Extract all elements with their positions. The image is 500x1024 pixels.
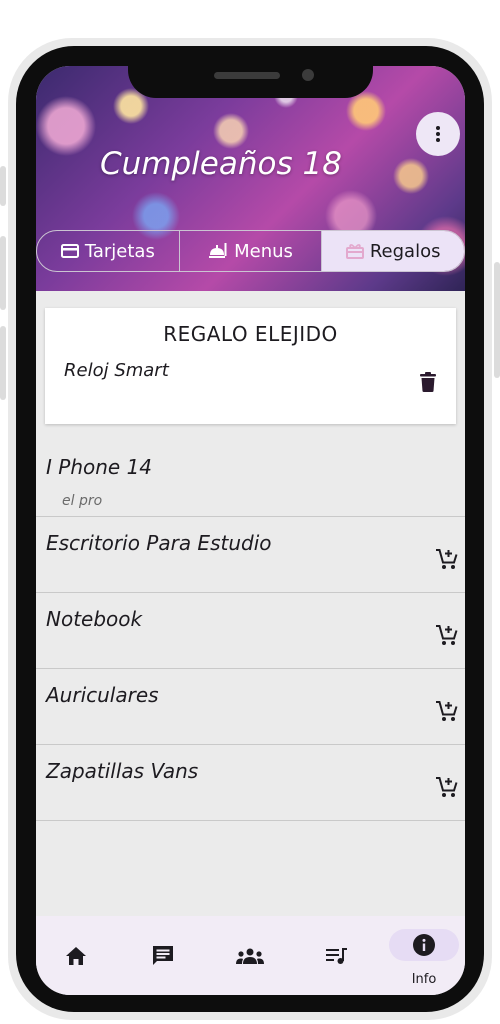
card-icon [60, 244, 79, 258]
phone-side-button [494, 262, 500, 378]
chosen-gift-item: Reloj Smart [64, 360, 169, 381]
event-title: Cumpleaños 18 [100, 146, 342, 182]
food-icon [209, 243, 227, 258]
list-item[interactable]: Zapatillas Vans [36, 745, 465, 821]
event-header: Cumpleaños 18 Tarjetas Menus Regalos [36, 66, 465, 291]
phone-side-button [0, 326, 6, 400]
playlist-icon [326, 948, 347, 964]
info-icon [413, 934, 435, 956]
list-item[interactable]: I Phone 14 el pro [36, 441, 465, 517]
list-item[interactable]: Auriculares [36, 669, 465, 745]
gift-title: Notebook [46, 607, 143, 631]
tab-label: Tarjetas [84, 240, 155, 262]
nav-playlist[interactable] [317, 916, 357, 995]
speaker-grille [214, 72, 280, 79]
nav-info-label: Info [411, 972, 437, 987]
chosen-gift-heading: REGALO ELEJIDO [163, 322, 338, 346]
add-cart-icon[interactable] [435, 775, 459, 799]
nav-home[interactable] [56, 916, 96, 995]
nav-guests[interactable] [230, 916, 270, 995]
add-cart-icon[interactable] [435, 699, 459, 723]
list-item[interactable]: Escritorio Para Estudio [36, 517, 465, 593]
home-icon [66, 947, 86, 965]
add-cart-icon[interactable] [435, 547, 459, 571]
chosen-gift-card: REGALO ELEJIDO Reloj Smart [45, 308, 456, 424]
phone-side-button [0, 166, 6, 206]
tab-tarjetas[interactable]: Tarjetas [37, 231, 180, 271]
gift-title: Auriculares [46, 683, 159, 707]
tab-label: Menus [234, 240, 293, 262]
front-camera [302, 69, 314, 81]
chat-icon [153, 946, 173, 965]
trash-icon[interactable] [420, 372, 436, 392]
nav-chat[interactable] [143, 916, 183, 995]
add-cart-icon[interactable] [435, 623, 459, 647]
gift-title: I Phone 14 [46, 455, 153, 479]
guests-icon [236, 948, 264, 964]
tab-label: Regalos [369, 240, 441, 262]
tab-regalos[interactable]: Regalos [322, 231, 464, 271]
nav-info[interactable] [389, 929, 459, 961]
more-vert-icon [436, 126, 440, 142]
phone-side-button [0, 236, 6, 310]
section-tabs: Tarjetas Menus Regalos [36, 230, 465, 272]
bottom-navigation: Info [36, 916, 465, 995]
gift-title: Escritorio Para Estudio [46, 531, 272, 555]
more-options-button[interactable] [416, 112, 460, 156]
gift-icon [345, 244, 364, 259]
list-item[interactable]: Notebook [36, 593, 465, 669]
tab-menus[interactable]: Menus [180, 231, 323, 271]
gift-subtitle: el pro [62, 493, 103, 509]
gift-title: Zapatillas Vans [46, 759, 199, 783]
gift-list: I Phone 14 el pro Escritorio Para Estudi… [36, 441, 465, 821]
app-screen: Cumpleaños 18 Tarjetas Menus Regalos REG… [36, 66, 465, 995]
phone-notch [128, 46, 373, 98]
